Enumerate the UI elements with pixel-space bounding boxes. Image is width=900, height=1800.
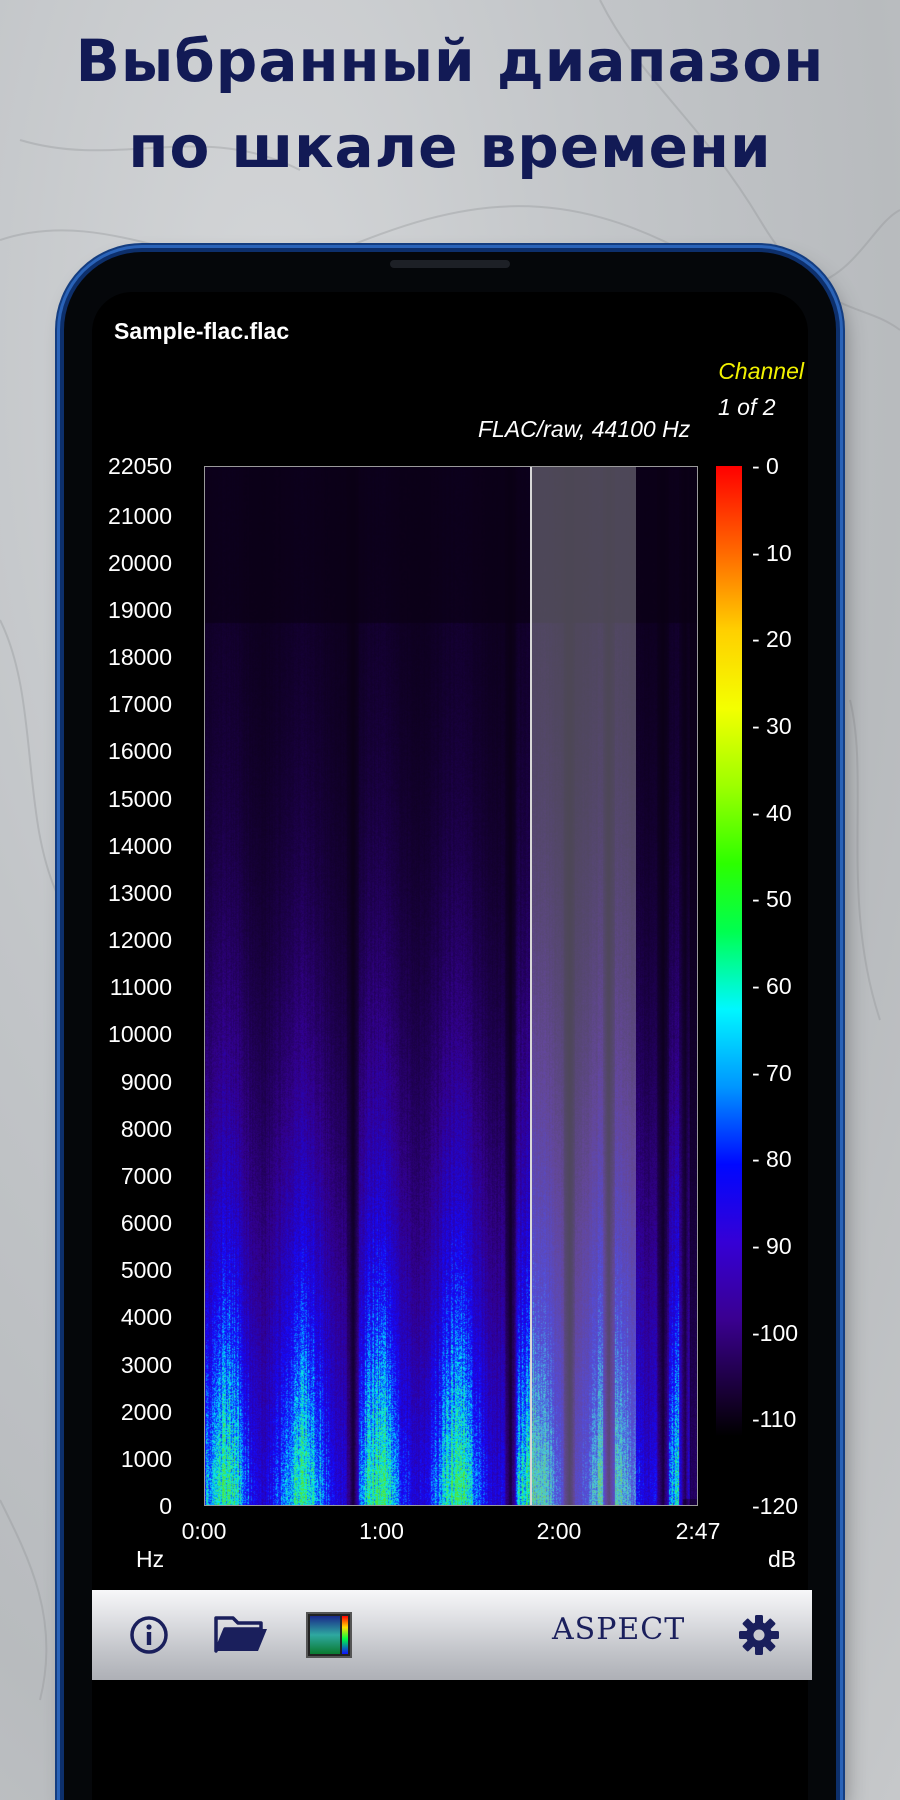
frequency-tick-label: 3000 (120, 1351, 172, 1378)
db-tick-label: -100 (752, 1319, 799, 1346)
format-info: FLAC/raw, 44100 Hz (478, 416, 691, 442)
time-tick-label: 2:47 (675, 1518, 721, 1544)
frequency-tick-label: 5000 (120, 1257, 172, 1284)
time-tick-label: 1:00 (359, 1518, 404, 1544)
db-tick-label: - 30 (752, 713, 792, 739)
frequency-tick-label: 20000 (108, 549, 172, 576)
frequency-tick-label: 10000 (108, 1021, 172, 1048)
frequency-tick-label: 21000 (108, 502, 172, 529)
frequency-tick-label: 14000 (108, 832, 172, 859)
db-tick-label: - 40 (752, 799, 792, 826)
frequency-tick-label: 6000 (120, 1210, 172, 1236)
db-tick-label: - 70 (752, 1059, 792, 1086)
db-tick-label: - 60 (752, 973, 792, 999)
db-colorbar (716, 466, 742, 1436)
gear-icon (739, 1615, 779, 1655)
headline-line-2: по шкале времени (128, 113, 772, 181)
phone-speaker (390, 260, 510, 268)
palette-button[interactable] (302, 1608, 356, 1662)
channel-label[interactable]: Channel (718, 358, 804, 385)
hz-unit-label: Hz (136, 1546, 165, 1572)
open-file-button[interactable] (210, 1608, 272, 1662)
headline-line-1: Выбранный диапазон (75, 27, 825, 95)
db-unit-label: dB (768, 1546, 797, 1572)
frequency-tick-label: 2000 (120, 1398, 172, 1425)
db-tick-label: - 90 (752, 1233, 792, 1259)
frequency-tick-label: 22050 (108, 453, 172, 479)
frequency-tick-label: 17000 (108, 691, 172, 718)
channel-count[interactable]: 1 of 2 (718, 394, 776, 421)
db-tick-label: - 0 (752, 453, 779, 479)
frequency-tick-label: 18000 (108, 644, 172, 671)
folder-open-icon (214, 1616, 267, 1653)
spectrogram-thumbnail-icon (306, 1612, 352, 1658)
headline: Выбранный диапазон по шкале времени (0, 18, 900, 190)
bottom-toolbar: ASPECT (92, 1590, 812, 1680)
spectrogram-plot[interactable] (204, 466, 698, 1506)
time-tick-label: 0:00 (181, 1518, 227, 1544)
db-tick-label: -120 (752, 1493, 799, 1519)
frequency-tick-label: 8000 (120, 1115, 172, 1142)
info-button[interactable] (122, 1608, 176, 1662)
frequency-tick-label: 7000 (120, 1162, 172, 1189)
frequency-tick-label: 11000 (109, 974, 172, 1001)
db-tick-label: - 80 (752, 1146, 792, 1173)
time-tick-label: 2:00 (536, 1518, 582, 1544)
db-tick-label: - 20 (752, 626, 792, 653)
frequency-tick-label: 4000 (120, 1304, 172, 1331)
file-name[interactable]: Sample-flac.flac (114, 318, 289, 345)
db-tick-label: -110 (752, 1406, 797, 1433)
frequency-tick-label: 19000 (108, 596, 172, 623)
db-tick-label: - 50 (752, 886, 792, 913)
frequency-tick-label: 16000 (108, 738, 172, 765)
frequency-tick-label: 12000 (108, 927, 172, 953)
frequency-tick-label: 13000 (108, 879, 172, 906)
db-tick-label: - 10 (752, 539, 792, 566)
frequency-tick-label: 9000 (120, 1068, 172, 1095)
frequency-tick-label: 15000 (108, 785, 172, 812)
time-selection-range[interactable] (530, 467, 636, 1505)
info-icon (130, 1616, 168, 1654)
brand-logo: ASPECT (552, 1612, 686, 1647)
frequency-tick-label: 0 (159, 1493, 172, 1519)
frequency-tick-label: 1000 (120, 1445, 172, 1472)
settings-button[interactable] (732, 1608, 786, 1662)
